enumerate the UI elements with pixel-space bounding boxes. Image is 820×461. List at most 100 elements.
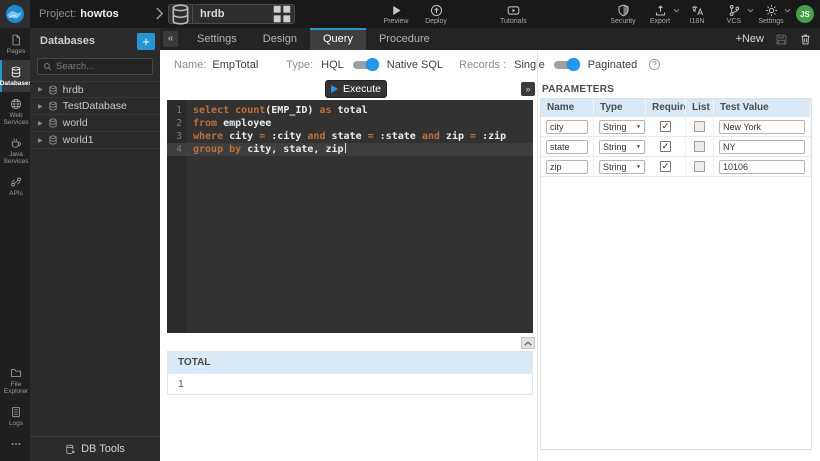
db-selector[interactable]: hrdb [168,4,295,24]
database-icon [48,101,58,111]
records-toggle[interactable] [553,58,580,71]
param-name-input[interactable] [546,120,588,134]
param-required-cell: ✓ [646,157,686,176]
select-caret-icon: ▼ [636,144,641,150]
export-label: Export [650,18,670,25]
execute-button[interactable]: Execute [325,80,387,98]
trash-icon[interactable] [799,33,812,46]
query-config-row: Name: EmpTotal Type: HQL Native SQL Reco… [174,57,661,72]
add-database-button[interactable]: + [137,33,155,50]
help-icon[interactable] [648,58,661,71]
param-type-select[interactable]: String▼ [599,160,645,174]
parameters-column-header: Type [594,99,646,117]
expand-caret-icon[interactable]: ▶ [38,103,43,110]
tab-query[interactable]: Query [310,28,366,50]
param-name-cell [541,117,594,136]
param-type-select[interactable]: String▼ [599,120,645,134]
param-test-value-input[interactable] [719,140,805,154]
tabbar-actions: +New [736,28,812,50]
grid-icon[interactable] [270,2,294,26]
param-type-cell: String▼ [594,137,646,156]
security-button[interactable]: Security [610,2,636,26]
tutorials-label: Tutorials [500,18,527,25]
rail-item-java-services[interactable]: Java Services [0,131,30,170]
db-tools-button[interactable]: DB Tools [30,436,160,461]
param-name-input[interactable] [546,160,588,174]
rail-item-databases[interactable]: Databases [0,60,30,92]
db-tree-item[interactable]: ▶hrdb [30,81,160,98]
db-tree-item[interactable]: ▶world1 [30,132,160,149]
rail-item-web-services[interactable]: Web Services [0,92,30,131]
app-window: Project:howtos hrdb PreviewDeploy Tutori… [0,0,820,461]
save-icon[interactable] [775,33,788,46]
app-logo[interactable] [0,0,30,28]
search-input[interactable] [56,61,147,72]
expand-caret-icon[interactable]: ▶ [38,137,43,144]
line-number: 3 [167,130,187,143]
results-cell: 1 [168,378,184,390]
rail-item-apis[interactable]: APIs [0,170,30,202]
list-checkbox[interactable] [694,141,705,152]
settings-button[interactable]: Settings [758,2,784,26]
rail-item-file-explorer[interactable]: File Explorer [0,361,30,400]
records-option-single[interactable]: Single [514,59,545,71]
tab-procedure[interactable]: Procedure [366,28,443,50]
vcs-button[interactable]: VCS [721,2,747,26]
parameters-title: PARAMETERS [542,84,614,95]
code-token: state [332,131,368,142]
tab-settings[interactable]: Settings [184,28,250,50]
results-body: 1 [168,373,532,394]
db-selector-value: hrdb [193,8,270,20]
name-label: Name: [174,59,206,71]
list-checkbox[interactable] [694,161,705,172]
export-button[interactable]: Export [647,2,673,26]
type-option-hql[interactable]: HQL [321,59,344,71]
db-tree-item[interactable]: ▶TestDatabase [30,98,160,115]
rail-item-label: Databases [0,80,32,87]
chevron-down-icon [747,8,754,13]
db-tools-label: DB Tools [81,443,125,455]
param-type-select[interactable]: String▼ [599,140,645,154]
expand-editor-button[interactable]: » [521,82,535,96]
code-token: = [259,131,271,142]
code-token: count [235,105,265,116]
param-required-cell: ✓ [646,117,686,136]
type-option-native-sql[interactable]: Native SQL [387,59,443,71]
required-checkbox[interactable]: ✓ [660,121,671,132]
param-test-value-input[interactable] [719,120,805,134]
expand-caret-icon[interactable]: ▶ [38,120,43,127]
code-token: group by [193,144,247,155]
preview-button[interactable]: Preview [383,2,409,26]
required-checkbox[interactable]: ✓ [660,141,671,152]
results-row[interactable]: 1 [168,373,532,394]
deploy-button[interactable]: Deploy [423,2,449,26]
code-token: :zip [482,131,506,142]
user-avatar[interactable]: JS [796,5,814,23]
toggle-knob [366,58,379,71]
rail-item-more[interactable] [0,432,30,455]
sql-editor[interactable]: 1select count(EMP_ID) as total2from empl… [167,100,533,333]
i18n-button[interactable]: I18N [684,2,710,26]
new-query-button[interactable]: +New [736,33,764,45]
db-tree-item[interactable]: ▶world [30,115,160,132]
expand-caret-icon[interactable]: ▶ [38,86,43,93]
param-name-input[interactable] [546,140,588,154]
list-checkbox[interactable] [694,121,705,132]
rail-item-pages[interactable]: Pages [0,28,30,60]
param-list-cell [686,157,714,176]
type-toggle[interactable] [352,58,379,71]
param-test-value-input[interactable] [719,160,805,174]
collapse-results-button[interactable] [521,337,535,349]
tab-design[interactable]: Design [250,28,310,50]
rail-item-logs[interactable]: Logs [0,400,30,432]
query-name-value[interactable]: EmpTotal [212,59,258,71]
param-list-cell [686,117,714,136]
required-checkbox[interactable]: ✓ [660,161,671,172]
records-option-paginated[interactable]: Paginated [588,59,638,71]
tutorials-button[interactable]: Tutorials [500,2,527,26]
param-required-cell: ✓ [646,137,686,156]
collapse-panel-button[interactable]: « [163,31,178,47]
code-token: :state [380,131,422,142]
chevron-right-icon [155,7,164,20]
i18n-icon [691,4,704,17]
